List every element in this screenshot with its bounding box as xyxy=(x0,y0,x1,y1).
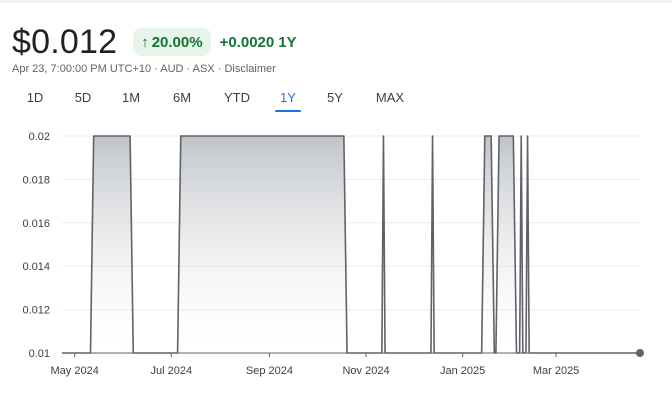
y-tick-label: 0.018 xyxy=(22,174,50,186)
chart-grid xyxy=(62,135,640,354)
chart-area xyxy=(62,135,644,357)
y-tick-label: 0.01 xyxy=(29,348,50,360)
y-tick-label: 0.012 xyxy=(22,305,50,317)
x-tick-label: Jan 2025 xyxy=(440,365,485,377)
y-axis: 0.02 0.018 0.016 0.014 0.012 0.01 xyxy=(22,131,50,360)
price-chart[interactable]: 0.02 0.018 0.016 0.014 0.012 0.01 May 2024 Jul… xyxy=(0,0,672,400)
area-fill xyxy=(62,136,640,353)
x-axis: May 2024 Jul 2024 Sep 2024 Nov 2024 Jan 2025… xyxy=(51,353,579,377)
x-tick-label: Nov 2024 xyxy=(342,365,389,377)
x-tick-label: May 2024 xyxy=(51,365,99,377)
price-line xyxy=(62,135,640,354)
y-tick-label: 0.02 xyxy=(29,131,50,143)
y-tick-label: 0.014 xyxy=(22,261,50,273)
x-tick-label: Mar 2025 xyxy=(533,365,579,377)
x-tick-label: Jul 2024 xyxy=(150,365,192,377)
y-tick-label: 0.016 xyxy=(22,218,50,230)
current-price-dot xyxy=(636,349,644,357)
x-tick-label: Sep 2024 xyxy=(246,365,293,377)
